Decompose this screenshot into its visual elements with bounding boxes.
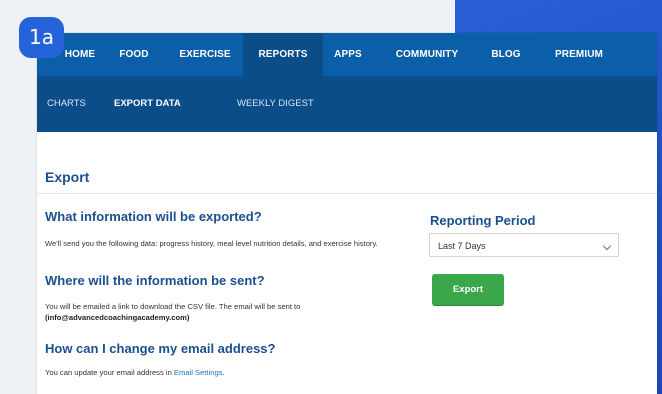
section-text-what: We'll send you the following data: progr…	[45, 239, 378, 248]
divider	[37, 193, 657, 194]
nav-item-community[interactable]: COMMUNITY	[387, 33, 467, 76]
email-settings-link[interactable]: Email Settings	[174, 368, 223, 377]
subnav-item-weekly-digest[interactable]: WEEKLY DIGEST	[237, 76, 314, 132]
step-badge: 1a	[19, 17, 64, 58]
section-text-how: You can update your email address in Ema…	[45, 367, 415, 378]
subnav-item-charts[interactable]: CHARTS	[47, 76, 86, 132]
reporting-period-select[interactable]: Last 7 Days	[429, 233, 619, 257]
nav-item-food[interactable]: FOOD	[117, 33, 151, 76]
nav-item-reports[interactable]: REPORTS	[243, 33, 323, 76]
nav-item-apps[interactable]: APPS	[331, 33, 365, 76]
nav-item-exercise[interactable]: EXERCISE	[175, 33, 235, 76]
export-button[interactable]: Export	[432, 274, 504, 305]
section-heading-what: What information will be exported?	[45, 209, 262, 224]
top-navigation: HOME FOOD EXERCISE REPORTS APPS COMMUNIT…	[37, 33, 657, 76]
section-text-how-body: You can update your email address in	[45, 368, 172, 377]
section-text-where-body: You will be emailed a link to download t…	[45, 302, 301, 311]
reporting-period-value: Last 7 Days	[438, 241, 486, 251]
nav-item-blog[interactable]: BLOG	[487, 33, 525, 76]
section-text-where: You will be emailed a link to download t…	[45, 301, 415, 323]
app-screenshot-frame: HOME FOOD EXERCISE REPORTS APPS COMMUNIT…	[37, 33, 657, 394]
reporting-period-title: Reporting Period	[430, 213, 536, 228]
sub-navigation: CHARTS EXPORT DATA WEEKLY DIGEST	[37, 76, 657, 132]
nav-item-premium[interactable]: PREMIUM	[549, 33, 609, 76]
chevron-down-icon	[602, 241, 612, 251]
page-title: Export	[45, 169, 90, 185]
section-heading-how: How can I change my email address?	[45, 341, 276, 356]
export-email-address: (info@advancedcoachingacademy.com)	[45, 313, 190, 322]
section-text-how-suffix: .	[222, 368, 225, 377]
section-heading-where: Where will the information be sent?	[45, 273, 265, 288]
subnav-item-export-data[interactable]: EXPORT DATA	[114, 76, 181, 132]
